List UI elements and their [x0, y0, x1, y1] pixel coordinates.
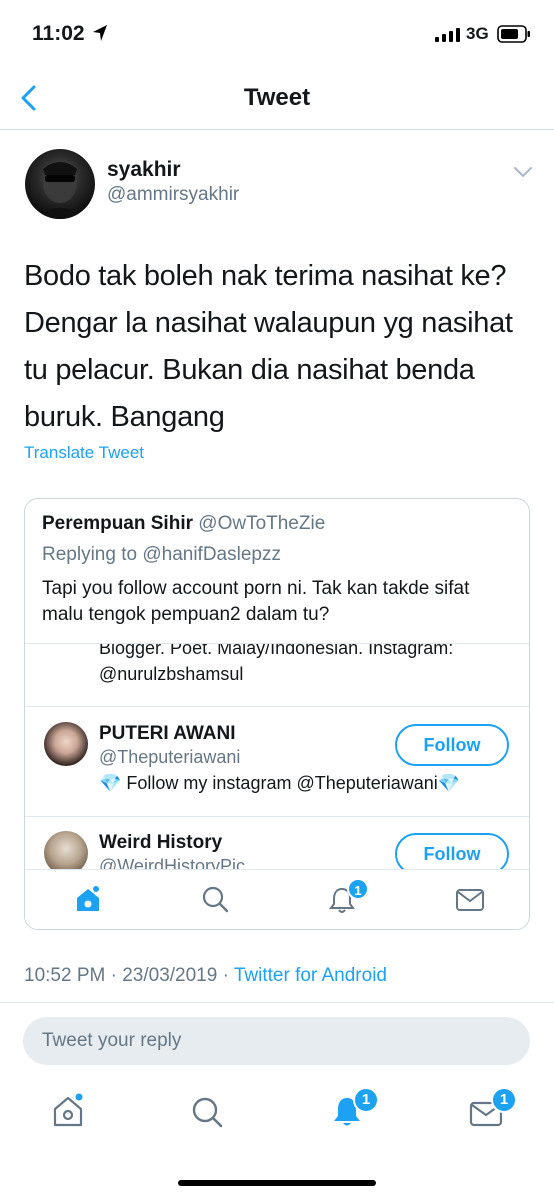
messages-icon: [456, 889, 484, 911]
timestamp-divider: [0, 1002, 554, 1003]
user-divider: [25, 706, 529, 707]
user-avatar[interactable]: [44, 831, 88, 869]
replying-to-label: Replying to: [42, 544, 143, 565]
search-tab-icon[interactable]: [190, 1095, 224, 1129]
home-indicator[interactable]: [178, 1180, 376, 1186]
home-icon: [77, 886, 99, 911]
user-avatar[interactable]: [44, 722, 88, 766]
battery-icon: [497, 25, 530, 43]
quoted-media-card[interactable]: Perempuan Sihir @OwToTheZie Replying to …: [24, 498, 530, 930]
tweet-source-link[interactable]: Twitter for Android: [234, 965, 387, 986]
signal-strength-icon: [435, 28, 461, 42]
messages-tab-badge: 1: [491, 1087, 517, 1113]
author-name[interactable]: syakhir: [107, 158, 181, 182]
user-name: Weird History: [99, 832, 223, 853]
status-time: 11:02: [32, 22, 85, 45]
quoted-text: Tapi you follow account porn ni. Tak kan…: [42, 578, 470, 625]
reply-placeholder: Tweet your reply: [42, 1030, 182, 1051]
partial-user-bio: Blogger. Poet. Malay/Indonesian. Instagr…: [99, 644, 454, 684]
author-handle[interactable]: @ammirsyakhir: [107, 184, 239, 206]
translate-tweet-link[interactable]: Translate Tweet: [24, 443, 144, 463]
chevron-down-icon[interactable]: [512, 164, 534, 180]
user-handle: @WeirdHistoryPic: [99, 856, 245, 869]
search-icon: [202, 886, 229, 913]
location-arrow-icon: [93, 25, 107, 41]
notifications-tab-badge: 1: [353, 1087, 379, 1113]
header-divider: [0, 129, 554, 130]
page-title: Tweet: [243, 84, 311, 111]
replying-to-handle: @hanifDaslepzz: [142, 544, 281, 565]
timestamp-text: 10:52 PM · 23/03/2019 ·: [24, 965, 234, 986]
tweet-text: Bodo tak boleh nak terima nasihat ke? De…: [24, 260, 513, 433]
reply-input[interactable]: Tweet your reply: [23, 1017, 530, 1065]
embedded-tab-bar: 1: [25, 869, 529, 929]
quoted-author: Perempuan Sihir @OwToTheZie: [42, 513, 325, 535]
user-bio: 💎 Follow my instagram @Theputeriawani💎: [99, 773, 461, 793]
quoted-author-handle: @OwToTheZie: [198, 513, 326, 534]
avatar[interactable]: [25, 149, 95, 219]
replying-to: Replying to @hanifDaslepzz: [42, 544, 281, 566]
tweet-timestamp: 10:52 PM · 23/03/2019 · Twitter for Andr…: [24, 965, 387, 987]
notification-badge: 1: [347, 878, 369, 900]
user-divider: [25, 816, 529, 817]
avatar-image: [35, 162, 85, 219]
home-tab-icon[interactable]: [51, 1093, 85, 1129]
quoted-author-name: Perempuan Sihir: [42, 513, 193, 534]
follow-button[interactable]: Follow: [395, 833, 509, 869]
user-handle: @Theputeriawani: [99, 747, 241, 767]
user-list: Blogger. Poet. Malay/Indonesian. Instagr…: [25, 644, 529, 869]
user-name: PUTERI AWANI: [99, 723, 236, 744]
follow-button[interactable]: Follow: [395, 724, 509, 766]
network-type: 3G: [466, 24, 489, 43]
